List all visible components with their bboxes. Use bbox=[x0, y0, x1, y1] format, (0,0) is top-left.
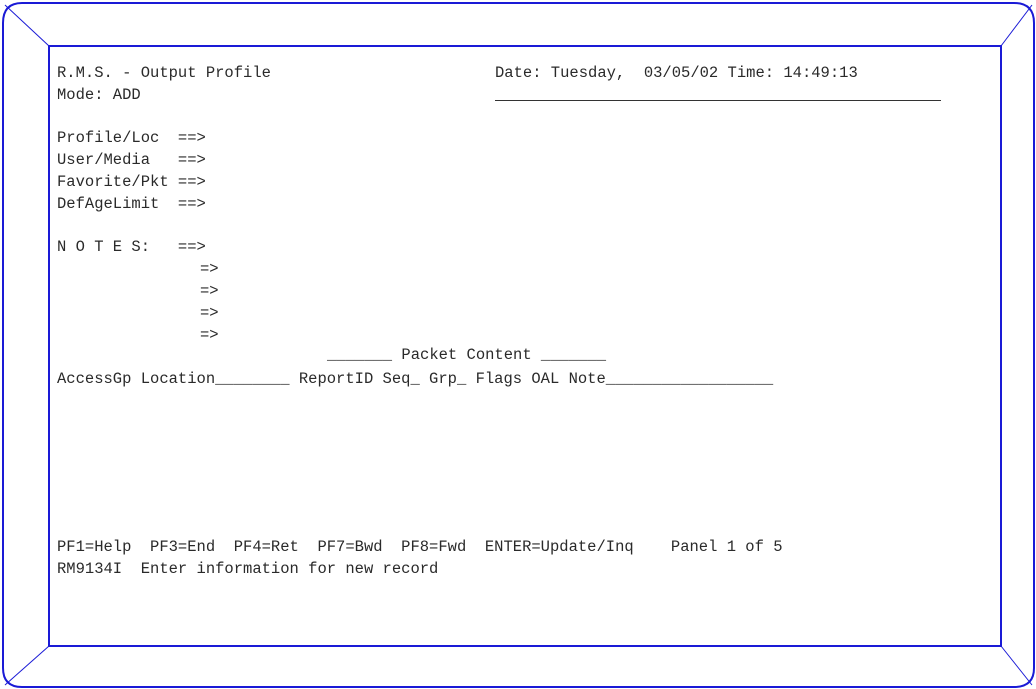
def-age-limit-input[interactable] bbox=[235, 195, 935, 213]
terminal-screen: R.M.S. - Output Profile Date: Tuesday, 0… bbox=[0, 0, 1036, 689]
user-media-label: User/Media ==> bbox=[57, 151, 206, 169]
mode-label: Mode: ADD bbox=[57, 86, 141, 104]
notes-line-1-input[interactable] bbox=[235, 238, 935, 256]
notes-line-5-input[interactable] bbox=[235, 326, 935, 344]
notes-line-5-marker: => bbox=[200, 326, 219, 344]
notes-label: N O T E S: ==> bbox=[57, 238, 206, 256]
date-time: Date: Tuesday, 03/05/02 Time: 14:49:13 bbox=[495, 64, 858, 82]
function-keys: PF1=Help PF3=End PF4=Ret PF7=Bwd PF8=Fwd… bbox=[57, 538, 783, 556]
packet-content-heading: _______ Packet Content _______ bbox=[327, 346, 607, 364]
packet-columns-header: AccessGp Location________ ReportID Seq_ … bbox=[57, 370, 774, 388]
def-age-limit-label: DefAgeLimit ==> bbox=[57, 195, 206, 213]
favorite-pkt-label: Favorite/Pkt ==> bbox=[57, 173, 206, 191]
user-media-input[interactable] bbox=[235, 151, 935, 169]
favorite-pkt-input[interactable] bbox=[235, 173, 935, 191]
notes-line-4-input[interactable] bbox=[235, 304, 935, 322]
notes-line-2-input[interactable] bbox=[235, 260, 935, 278]
screen-title: R.M.S. - Output Profile bbox=[57, 64, 271, 82]
profile-loc-label: Profile/Loc ==> bbox=[57, 129, 206, 147]
command-input[interactable] bbox=[495, 100, 941, 101]
notes-line-4-marker: => bbox=[200, 304, 219, 322]
notes-line-2-marker: => bbox=[200, 260, 219, 278]
notes-line-3-input[interactable] bbox=[235, 282, 935, 300]
notes-line-3-marker: => bbox=[200, 282, 219, 300]
status-message: RM9134I Enter information for new record bbox=[57, 560, 439, 578]
profile-loc-input[interactable] bbox=[235, 129, 935, 147]
